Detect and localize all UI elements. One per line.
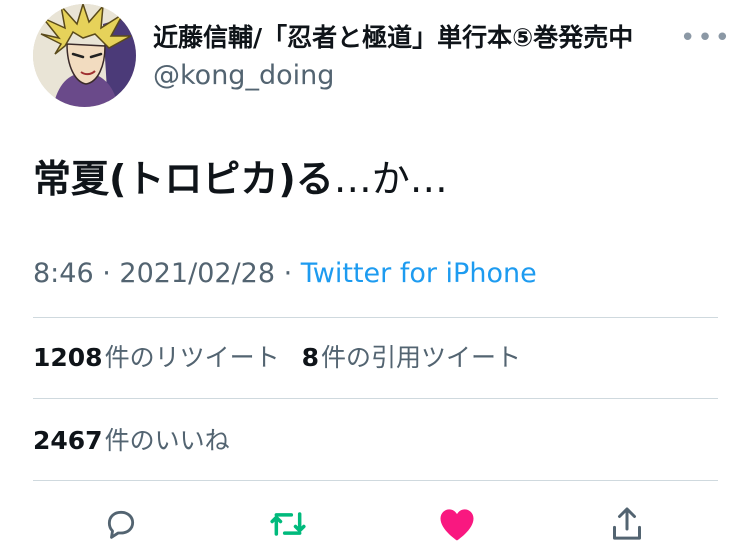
- divider: [33, 317, 718, 318]
- reply-bubble-icon: [107, 510, 135, 539]
- heart-icon: [440, 509, 474, 541]
- quotes-label: 件の引用ツイート: [320, 343, 521, 372]
- tweet-meta: 8:46 · 2021/02/28 · Twitter for iPhone: [33, 256, 537, 292]
- share-icon: [613, 507, 641, 540]
- tweet-date[interactable]: 2021/02/28: [119, 258, 275, 289]
- likes-count: 2467: [33, 426, 103, 455]
- reply-button[interactable]: [97, 500, 145, 548]
- tweet-text-tail: …か…: [333, 157, 448, 201]
- retweet-stats-row: 1208件のリツイート 8件の引用ツイート: [33, 338, 521, 378]
- retweets-stat[interactable]: 1208件のリツイート: [33, 338, 280, 378]
- divider: [33, 398, 718, 399]
- tweet-text: 常夏(トロピカ)る…か…: [33, 154, 448, 204]
- retweets-label: 件のリツイート: [104, 343, 280, 372]
- likes-stats-row: 2467件のいいね: [33, 421, 230, 461]
- more-dots-icon[interactable]: •••: [680, 22, 730, 54]
- tweet-time[interactable]: 8:46: [33, 258, 94, 289]
- share-button[interactable]: [603, 500, 651, 548]
- tweet-text-bold: 常夏(トロピカ)る: [33, 157, 334, 201]
- quotes-stat[interactable]: 8件の引用ツイート: [302, 338, 521, 378]
- tweet-client-link[interactable]: Twitter for iPhone: [301, 258, 537, 289]
- quotes-count: 8: [301, 343, 319, 372]
- retweet-icon: [270, 512, 306, 536]
- retweets-count: 1208: [33, 343, 103, 372]
- like-button[interactable]: [433, 500, 481, 548]
- meta-separator: ·: [93, 258, 120, 289]
- meta-separator: ·: [275, 258, 301, 289]
- author-handle[interactable]: @kong_doing: [153, 60, 334, 92]
- avatar-illustration: [33, 4, 136, 107]
- likes-stat[interactable]: 2467件のいいね: [33, 421, 230, 461]
- author-display-name[interactable]: 近藤信輔/「忍者と極道」単行本⑤巻発売中: [153, 22, 673, 54]
- avatar[interactable]: [33, 4, 136, 107]
- divider: [33, 480, 718, 481]
- likes-label: 件のいいね: [104, 426, 230, 455]
- retweet-button[interactable]: [264, 500, 312, 548]
